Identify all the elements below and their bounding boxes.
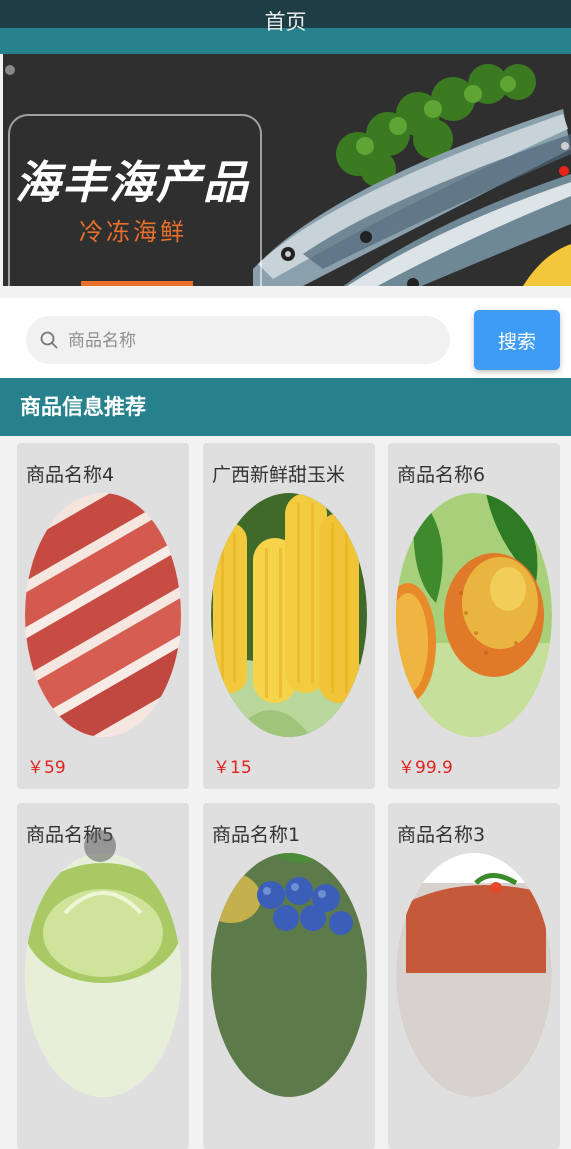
banner-subtitle: 冷冻海鲜 bbox=[79, 218, 187, 246]
pork-belly-image bbox=[25, 493, 181, 737]
product-name: 商品名称4 bbox=[26, 464, 115, 486]
corn-image bbox=[211, 493, 367, 737]
dish-image bbox=[396, 853, 552, 1097]
mango-image bbox=[396, 493, 552, 737]
product-card[interactable]: 商品名称1 bbox=[203, 803, 375, 1149]
recommend-section-header: 商品信息推荐 bbox=[0, 378, 571, 436]
product-image-mango[interactable] bbox=[396, 493, 552, 737]
blueberries-image bbox=[211, 853, 367, 1097]
promo-banner-carousel[interactable]: 海丰海产品 冷冻海鲜 bbox=[3, 54, 571, 286]
product-name: 广西新鲜甜玉米 bbox=[212, 464, 346, 486]
search-button[interactable]: 搜索 bbox=[474, 310, 560, 370]
product-card[interactable]: 广西新鲜甜玉米 ￥15 bbox=[203, 443, 375, 789]
carousel-indicator-1[interactable] bbox=[561, 142, 569, 150]
section-title: 商品信息推荐 bbox=[20, 395, 146, 419]
product-image-cabbage[interactable] bbox=[25, 853, 181, 1097]
product-name: 商品名称1 bbox=[212, 824, 301, 846]
top-navigation-bar: 首页 bbox=[0, 0, 571, 54]
page-title: 首页 bbox=[264, 10, 307, 34]
product-image-dish[interactable] bbox=[396, 853, 552, 1097]
product-card[interactable]: 商品名称4 ￥59 bbox=[17, 443, 189, 789]
product-card[interactable]: 商品名称6 ￥99.9 bbox=[388, 443, 560, 789]
product-name: 商品名称3 bbox=[397, 824, 486, 846]
cabbage-image bbox=[25, 853, 181, 1097]
search-bar: 搜索 bbox=[0, 298, 571, 378]
product-price: ￥99.9 bbox=[398, 758, 453, 778]
floating-drag-handle[interactable] bbox=[84, 830, 116, 862]
carousel-indicator-active[interactable] bbox=[559, 166, 569, 176]
product-image-blueberries[interactable] bbox=[211, 853, 367, 1097]
search-icon bbox=[40, 331, 58, 349]
product-image-pork-belly[interactable] bbox=[25, 493, 181, 737]
product-card[interactable]: 商品名称3 bbox=[388, 803, 560, 1149]
search-field-container[interactable] bbox=[26, 316, 450, 366]
product-price: ￥59 bbox=[27, 758, 66, 778]
product-price: ￥15 bbox=[213, 758, 252, 778]
search-input[interactable] bbox=[66, 316, 440, 366]
banner-title: 海丰海产品 bbox=[15, 156, 251, 209]
product-name: 商品名称6 bbox=[397, 464, 486, 486]
banner-accent-bar bbox=[81, 281, 193, 286]
product-image-corn[interactable] bbox=[211, 493, 367, 737]
